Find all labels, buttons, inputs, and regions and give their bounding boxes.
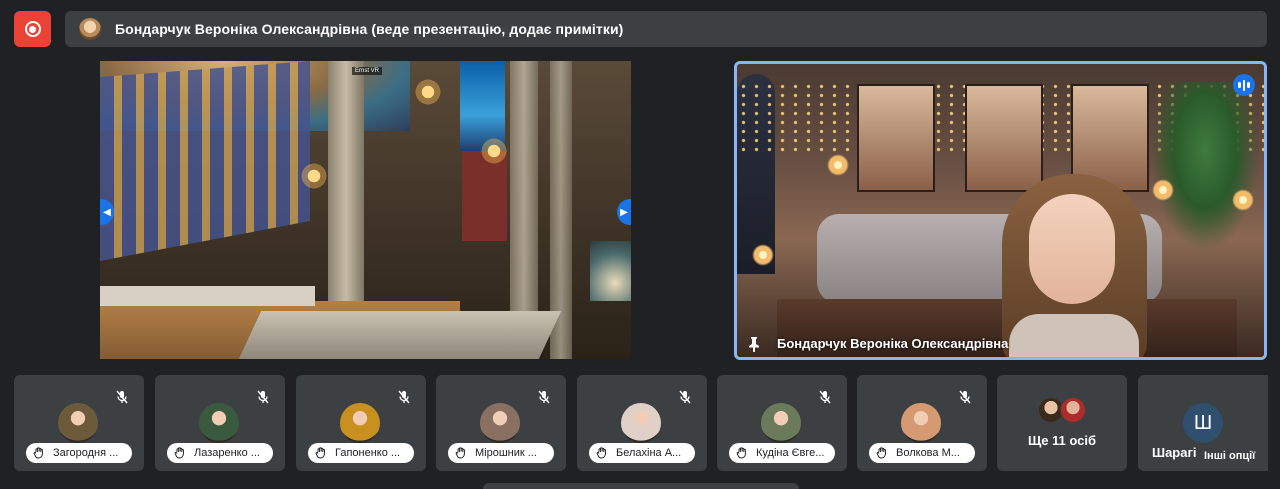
speaker-tile[interactable]: Бондарчук Вероніка Олександрівна	[734, 61, 1267, 360]
participant-tile[interactable]: Ш Шарагі Інші опції	[1138, 375, 1268, 471]
participant-name: Шарагі	[1152, 445, 1197, 460]
presenter-banner-text: Бондарчук Вероніка Олександрівна (веде п…	[115, 21, 624, 37]
mic-off-icon	[114, 389, 130, 405]
participant-name: Лазаренко ...	[194, 447, 260, 459]
participant-tile[interactable]: Лазаренко ...	[155, 375, 285, 471]
presentation-tag: Ernst VR	[352, 67, 383, 75]
presentation-tile[interactable]: Ernst VR ◀ ▶	[100, 61, 631, 359]
raised-hand-icon	[315, 447, 325, 459]
next-arrow-icon[interactable]: ▶	[617, 199, 631, 225]
avatar	[761, 403, 801, 443]
participant-tile[interactable]: Волкова М...	[857, 375, 987, 471]
avatar	[901, 403, 941, 443]
participant-name-chip: Кудіна Євге...	[729, 443, 835, 463]
raised-hand-icon	[876, 447, 886, 459]
presenter-avatar	[79, 18, 101, 40]
record-button[interactable]	[14, 11, 51, 47]
more-participants-label: Ще 11 осіб	[1027, 433, 1097, 448]
mic-off-icon	[396, 389, 412, 405]
avatar	[621, 403, 661, 443]
avatar	[199, 403, 239, 443]
participant-name: Мірошник ...	[475, 447, 537, 459]
pin-icon[interactable]	[747, 336, 761, 355]
participant-name: Белахіна А...	[616, 447, 682, 459]
avatar	[480, 403, 520, 443]
participant-name-chip: Волкова М...	[869, 443, 975, 463]
participant-name-chip: Мірошник ...	[448, 443, 554, 463]
mic-off-icon	[957, 389, 973, 405]
speaker-name: Бондарчук Вероніка Олександрівна	[777, 336, 1009, 351]
presenter-banner[interactable]: Бондарчук Вероніка Олександрівна (веде п…	[65, 11, 1267, 47]
more-participants-tile[interactable]: Ще 11 осіб	[997, 375, 1127, 471]
raised-hand-icon	[736, 447, 746, 459]
participant-name: Волкова М...	[896, 447, 960, 459]
participant-name: Гапоненко ...	[335, 447, 401, 459]
participant-tile[interactable]: Гапоненко ...	[296, 375, 426, 471]
avatar	[340, 403, 380, 443]
audio-level-icon	[1233, 74, 1255, 96]
raised-hand-icon	[596, 447, 606, 459]
mic-off-icon	[677, 389, 693, 405]
participant-name: Кудіна Євге...	[756, 447, 825, 459]
mic-off-icon	[817, 389, 833, 405]
participant-name: Загородня ...	[53, 447, 119, 459]
participant-name-chip: Лазаренко ...	[167, 443, 273, 463]
raised-hand-icon	[455, 447, 465, 459]
raised-hand-icon	[174, 447, 184, 459]
participant-tile[interactable]: Загородня ...	[14, 375, 144, 471]
avatar	[58, 403, 98, 443]
participant-tile[interactable]: Белахіна А...	[577, 375, 707, 471]
participant-tile[interactable]: Мірошник ...	[436, 375, 566, 471]
record-icon	[24, 21, 41, 37]
raised-hand-icon	[33, 447, 43, 459]
avatar-initial: Ш	[1183, 403, 1223, 443]
participant-tile[interactable]: Кудіна Євге...	[717, 375, 847, 471]
participant-name-chip: Белахіна А...	[589, 443, 695, 463]
mic-off-icon	[536, 389, 552, 405]
participant-name-chip: Загородня ...	[26, 443, 132, 463]
mic-off-icon	[255, 389, 271, 405]
avatar	[1060, 397, 1086, 423]
more-options-tooltip: Інші опції	[1202, 449, 1258, 463]
participant-name-chip: Гапоненко ...	[308, 443, 414, 463]
control-bar-edge	[483, 483, 799, 489]
